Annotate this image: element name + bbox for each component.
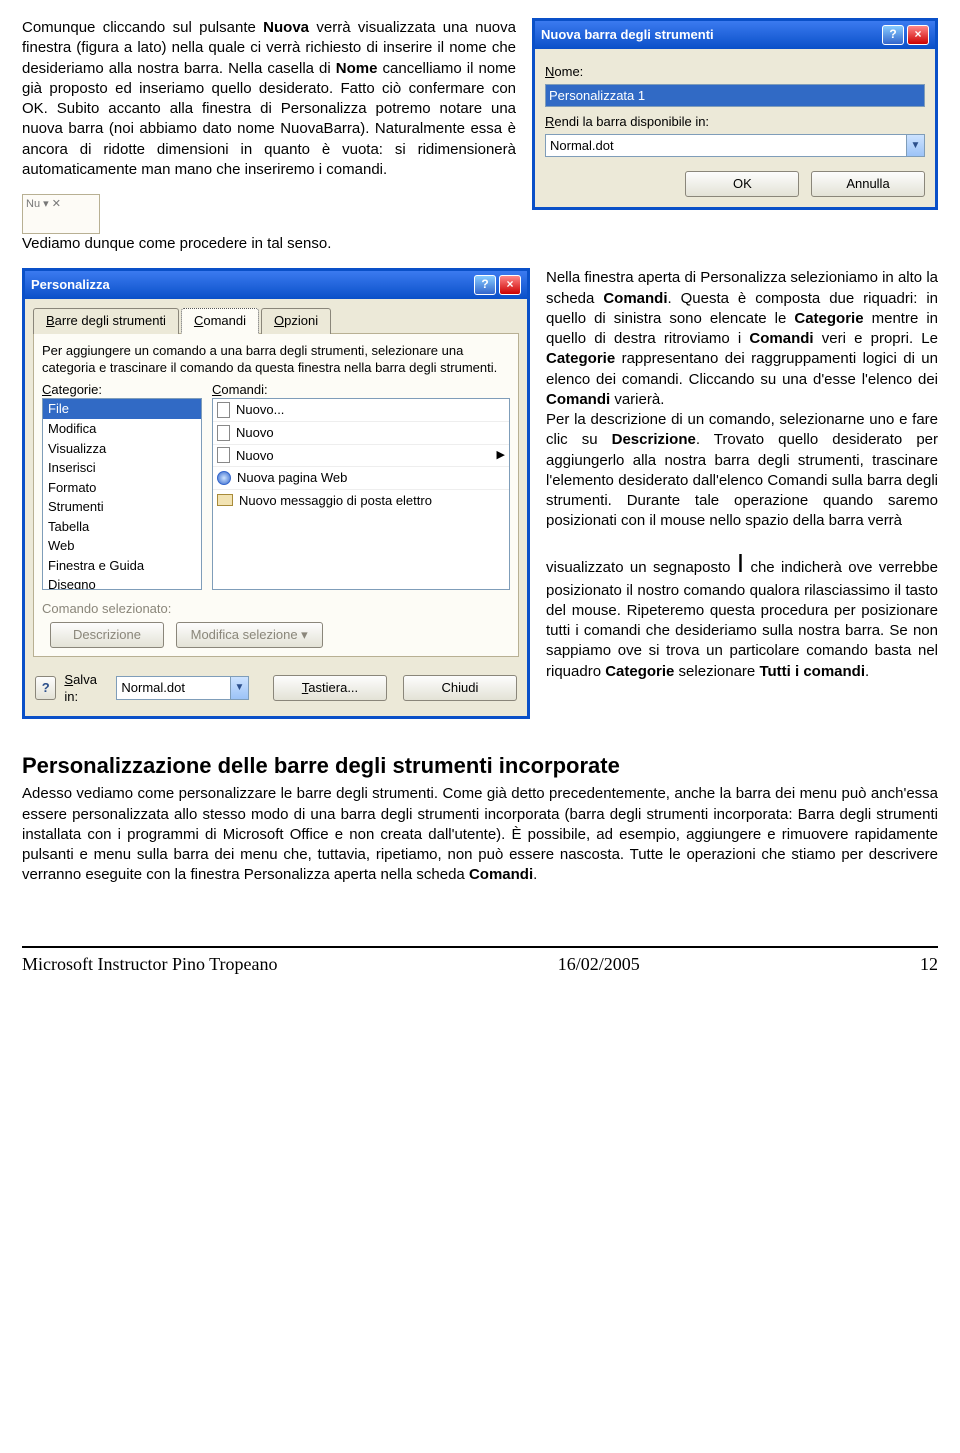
paragraph-2: Vediamo dunque come procedere in tal sen… <box>22 234 938 254</box>
categories-label: Categorie: <box>42 381 202 399</box>
avail-value: Normal.dot <box>546 135 906 157</box>
list-item[interactable]: Inserisci <box>43 458 201 478</box>
command-label: Nuovo messaggio di posta elettro <box>239 492 432 510</box>
list-item[interactable]: Nuovo ▶ <box>213 445 509 468</box>
tab-options[interactable]: Opzioni <box>261 308 331 334</box>
command-label: Nuovo <box>236 447 274 465</box>
help-icon[interactable]: ? <box>35 676 56 700</box>
avail-label: Rendi la barra disponibile in: <box>545 113 925 131</box>
page-footer: Microsoft Instructor Pino Tropeano 16/02… <box>22 952 938 976</box>
tab-commands[interactable]: Comandi <box>181 308 259 334</box>
list-item[interactable]: Strumenti <box>43 497 201 517</box>
instruction-text: Per aggiungere un comando a una barra de… <box>42 342 510 377</box>
commands-label: Comandi: <box>212 381 510 399</box>
keyboard-button[interactable]: Tastiera... <box>273 675 387 701</box>
command-label: Nuovo <box>236 424 274 442</box>
customize-dialog: Personalizza ? × Barre degli strumenti C… <box>22 268 530 718</box>
list-item[interactable]: File <box>43 399 201 419</box>
list-item[interactable]: Formato <box>43 478 201 498</box>
dialog-title: Nuova barra degli strumenti <box>541 26 714 44</box>
chevron-down-icon[interactable]: ▼ <box>906 135 924 157</box>
list-item[interactable]: Modifica <box>43 419 201 439</box>
footer-date: 16/02/2005 <box>558 952 640 976</box>
footer-left: Microsoft Instructor Pino Tropeano <box>22 952 278 976</box>
list-item[interactable]: Visualizza <box>43 439 201 459</box>
page-icon <box>217 447 230 463</box>
commands-listbox[interactable]: Nuovo...NuovoNuovo▶Nuova pagina WebNuovo… <box>212 398 510 590</box>
env-icon <box>217 494 233 506</box>
new-toolbar-dialog: Nuova barra degli strumenti ? × Nome: Pe… <box>532 18 938 210</box>
modify-selection-button[interactable]: Modifica selezione ▾ <box>176 622 323 648</box>
description-button[interactable]: Descrizione <box>50 622 164 648</box>
page-icon <box>217 402 230 418</box>
dialog-titlebar[interactable]: Nuova barra degli strumenti ? × <box>535 21 935 49</box>
mini-toolbar[interactable]: Nu ▾ ✕ <box>22 194 100 234</box>
list-item[interactable]: Nuovo <box>213 422 509 445</box>
list-item[interactable]: Disegno <box>43 575 201 590</box>
tab-toolbars[interactable]: Barre degli strumenti <box>33 308 179 334</box>
avail-combo[interactable]: Normal.dot ▼ <box>545 134 925 158</box>
selected-command-label: Comando selezionato: <box>42 600 510 618</box>
command-label: Nuova pagina Web <box>237 469 347 487</box>
list-item[interactable]: Nuovo messaggio di posta elettro <box>213 490 509 512</box>
web-icon <box>217 471 231 485</box>
close-icon[interactable]: × <box>499 275 521 295</box>
list-item[interactable]: Nuova pagina Web <box>213 467 509 490</box>
close-button[interactable]: Chiudi <box>403 675 517 701</box>
chevron-down-icon[interactable]: ▼ <box>230 677 248 699</box>
footer-page-number: 12 <box>920 952 938 976</box>
ok-button[interactable]: OK <box>685 171 799 197</box>
close-icon[interactable]: × <box>907 25 929 45</box>
save-in-combo[interactable]: Normal.dot ▼ <box>116 676 249 700</box>
toolbar-name-input[interactable]: Personalizzata 1 <box>545 84 925 108</box>
list-item[interactable]: Nuovo... <box>213 399 509 422</box>
list-item[interactable]: Web <box>43 536 201 556</box>
save-in-label: Salva in: <box>64 671 108 706</box>
chevron-right-icon: ▶ <box>497 448 505 463</box>
list-item[interactable]: Finestra e Guida <box>43 556 201 576</box>
name-label: Nome: <box>545 63 925 81</box>
dialog-title: Personalizza <box>31 276 110 294</box>
command-label: Nuovo... <box>236 401 284 419</box>
section-heading: Personalizzazione delle barre degli stru… <box>22 751 938 781</box>
help-icon[interactable]: ? <box>882 25 904 45</box>
paragraph-4: Adesso vediamo come personalizzare le ba… <box>22 784 938 885</box>
dialog-titlebar[interactable]: Personalizza ? × <box>25 271 527 299</box>
list-item[interactable]: Tabella <box>43 517 201 537</box>
cancel-button[interactable]: Annulla <box>811 171 925 197</box>
mini-toolbar-header: Nu ▾ ✕ <box>26 197 96 212</box>
categories-listbox[interactable]: FileModificaVisualizzaInserisciFormatoSt… <box>42 398 202 590</box>
help-icon[interactable]: ? <box>474 275 496 295</box>
page-icon <box>217 425 230 441</box>
